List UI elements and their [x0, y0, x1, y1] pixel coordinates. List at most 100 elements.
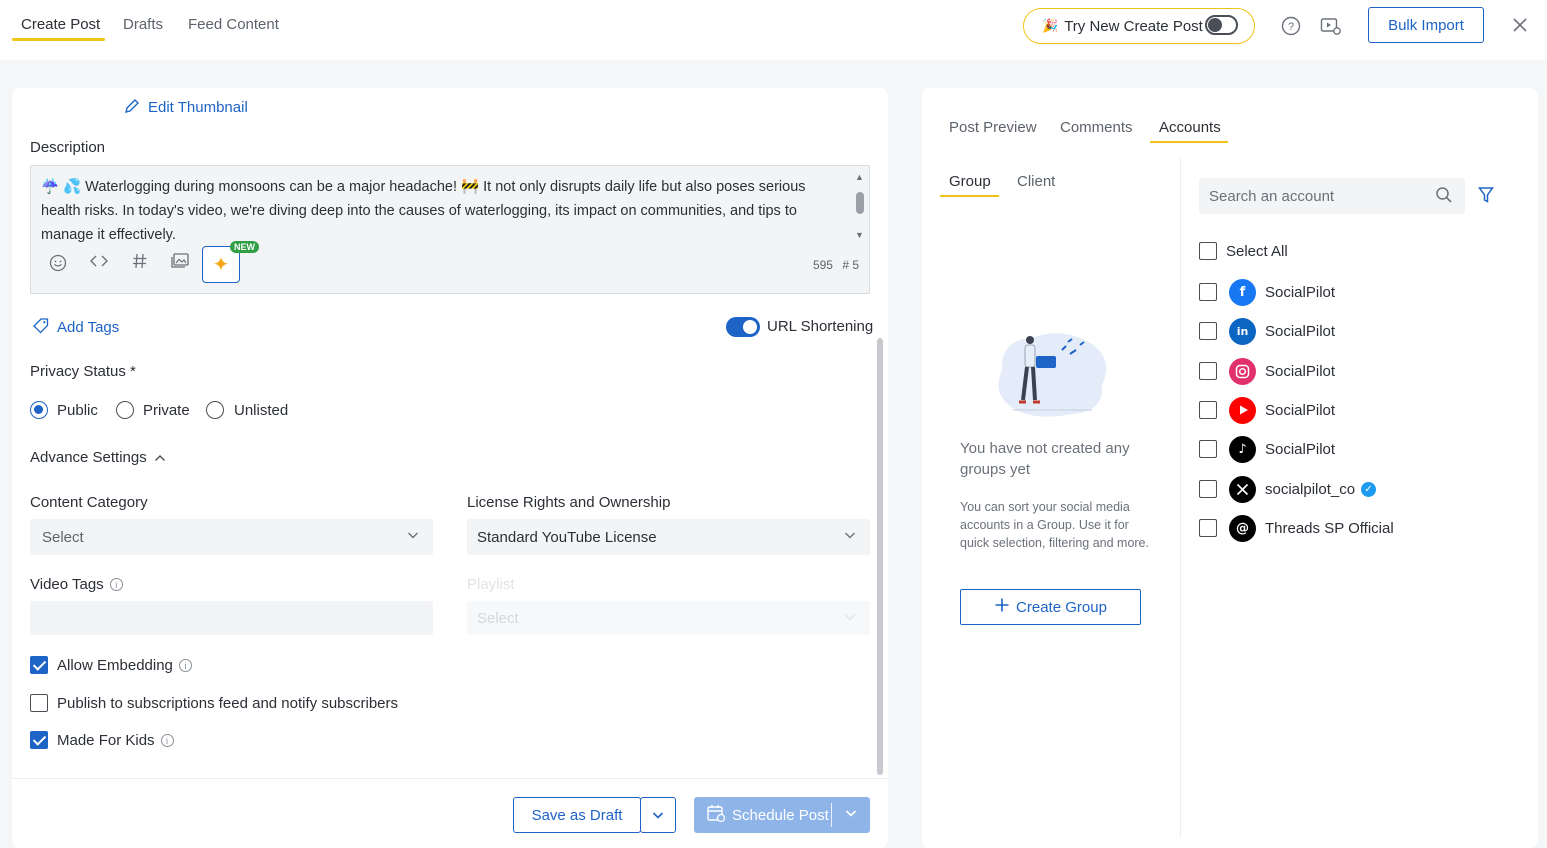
account-checkbox[interactable]: [1199, 362, 1217, 380]
privacy-private-label[interactable]: Private: [143, 402, 190, 419]
schedule-post-button[interactable]: Schedule Post: [694, 797, 870, 833]
account-row[interactable]: f SocialPilot: [1199, 278, 1335, 306]
tab-drafts[interactable]: Drafts: [123, 16, 163, 33]
description-text[interactable]: ☔ 💦 Waterlogging during monsoons can be …: [41, 175, 841, 247]
advance-settings-toggle[interactable]: Advance Settings: [30, 449, 166, 466]
party-icon: 🎉: [1042, 18, 1059, 33]
tab-comments[interactable]: Comments: [1060, 119, 1133, 136]
verified-badge-icon: ✓: [1361, 481, 1377, 497]
scroll-up-icon[interactable]: ▲: [855, 172, 864, 182]
made-for-kids-label[interactable]: Made For Kids: [57, 732, 155, 749]
add-tags-link[interactable]: Add Tags: [32, 317, 119, 338]
try-new-toggle[interactable]: [1205, 15, 1238, 35]
privacy-unlisted-radio[interactable]: [206, 401, 224, 419]
privacy-status-label: Privacy Status *: [30, 363, 136, 380]
account-search-input[interactable]: Search an account: [1199, 178, 1465, 214]
close-icon[interactable]: [1512, 17, 1528, 36]
account-checkbox[interactable]: [1199, 401, 1217, 419]
create-group-button[interactable]: Create Group: [960, 589, 1141, 625]
x-icon: [1229, 475, 1256, 503]
hashtag-icon[interactable]: [132, 252, 148, 275]
facebook-icon: f: [1229, 278, 1256, 306]
notify-subscribers-label[interactable]: Publish to subscriptions feed and notify…: [57, 695, 398, 712]
allow-embedding-label[interactable]: Allow Embedding: [57, 657, 173, 674]
empty-groups-description: You can sort your social media accounts …: [960, 500, 1149, 550]
account-name: SocialPilot: [1265, 401, 1336, 419]
account-row[interactable]: SocialPilot: [1199, 357, 1335, 385]
playlist-select: Select: [467, 601, 870, 635]
notify-subscribers-checkbox[interactable]: [30, 694, 48, 712]
empty-groups-illustration: [992, 330, 1112, 425]
button-divider: [831, 803, 832, 827]
account-row[interactable]: @ Threads SP Official: [1199, 514, 1394, 542]
made-for-kids-checkbox[interactable]: [30, 731, 48, 749]
top-bar: Create Post Drafts Feed Content 🎉 Try Ne…: [0, 0, 1547, 60]
video-settings-icon[interactable]: [1320, 16, 1342, 39]
account-checkbox[interactable]: [1199, 283, 1217, 301]
account-row[interactable]: SocialPilot: [1199, 396, 1335, 424]
tab-post-preview[interactable]: Post Preview: [949, 119, 1037, 136]
add-tags-label: Add Tags: [57, 319, 120, 336]
hashtag-count: # 5: [842, 258, 859, 272]
url-shortening-toggle[interactable]: [726, 317, 760, 337]
select-all-label[interactable]: Select All: [1226, 243, 1288, 260]
scroll-down-icon[interactable]: ▼: [855, 230, 864, 240]
select-all-checkbox[interactable]: [1199, 242, 1217, 260]
privacy-private-radio[interactable]: [116, 401, 134, 419]
content-category-label: Content Category: [30, 494, 148, 511]
content-category-value: Select: [42, 528, 84, 546]
info-icon[interactable]: i: [109, 578, 123, 591]
account-checkbox[interactable]: [1199, 519, 1217, 537]
privacy-public-radio[interactable]: [30, 401, 48, 419]
filter-icon[interactable]: [1478, 186, 1494, 207]
panel-divider: [1180, 158, 1181, 838]
description-label: Description: [30, 139, 106, 156]
calendar-icon: [706, 803, 726, 827]
description-editor[interactable]: ☔ 💦 Waterlogging during monsoons can be …: [30, 165, 870, 294]
schedule-post-label: Schedule Post: [732, 806, 829, 824]
privacy-unlisted-label[interactable]: Unlisted: [234, 402, 288, 419]
account-row[interactable]: in SocialPilot: [1199, 317, 1335, 345]
account-name: SocialPilot: [1265, 322, 1336, 340]
video-tags-input[interactable]: [30, 601, 433, 635]
svg-text:?: ?: [1288, 21, 1294, 33]
scroll-thumb[interactable]: [856, 192, 864, 214]
edit-thumbnail-link[interactable]: Edit Thumbnail: [123, 97, 248, 118]
subtab-client[interactable]: Client: [1017, 173, 1055, 190]
tab-feed-content[interactable]: Feed Content: [188, 16, 279, 33]
license-select[interactable]: Standard YouTube License: [467, 519, 870, 555]
account-row[interactable]: ♪ SocialPilot: [1199, 435, 1335, 463]
select-all-row[interactable]: Select All: [1199, 237, 1288, 265]
subtab-group[interactable]: Group: [949, 173, 991, 190]
account-row[interactable]: socialpilot_co ✓: [1199, 475, 1377, 503]
footer-divider: [12, 778, 888, 779]
account-checkbox[interactable]: [1199, 440, 1217, 458]
info-icon[interactable]: i: [178, 659, 192, 672]
panel-scrollbar[interactable]: [877, 338, 883, 775]
account-checkbox[interactable]: [1199, 322, 1217, 340]
code-icon[interactable]: [89, 252, 109, 275]
account-name: SocialPilot: [1265, 283, 1336, 301]
draft-options-button[interactable]: [640, 797, 676, 833]
linkedin-icon: in: [1229, 317, 1256, 345]
new-badge: NEW: [230, 241, 259, 253]
privacy-public-label[interactable]: Public: [57, 402, 98, 419]
search-icon[interactable]: [1435, 186, 1453, 208]
content-category-select[interactable]: Select: [30, 519, 433, 555]
media-library-icon[interactable]: [170, 252, 190, 275]
allow-embedding-checkbox[interactable]: [30, 656, 48, 674]
bulk-import-button[interactable]: Bulk Import: [1368, 7, 1484, 43]
license-label: License Rights and Ownership: [467, 494, 671, 511]
account-checkbox[interactable]: [1199, 480, 1217, 498]
emoji-icon[interactable]: [49, 254, 67, 277]
tab-create-post[interactable]: Create Post: [21, 16, 100, 33]
tab-accounts[interactable]: Accounts: [1159, 119, 1221, 136]
playlist-value: Select: [477, 609, 519, 627]
schedule-options-icon[interactable]: [845, 806, 857, 821]
threads-icon: @: [1229, 514, 1256, 542]
save-as-draft-button[interactable]: Save as Draft: [513, 797, 641, 833]
description-scrollbar[interactable]: ▲ ▼: [855, 172, 865, 242]
search-placeholder: Search an account: [1209, 187, 1335, 205]
help-icon[interactable]: ?: [1281, 16, 1301, 39]
info-icon[interactable]: i: [160, 734, 174, 747]
